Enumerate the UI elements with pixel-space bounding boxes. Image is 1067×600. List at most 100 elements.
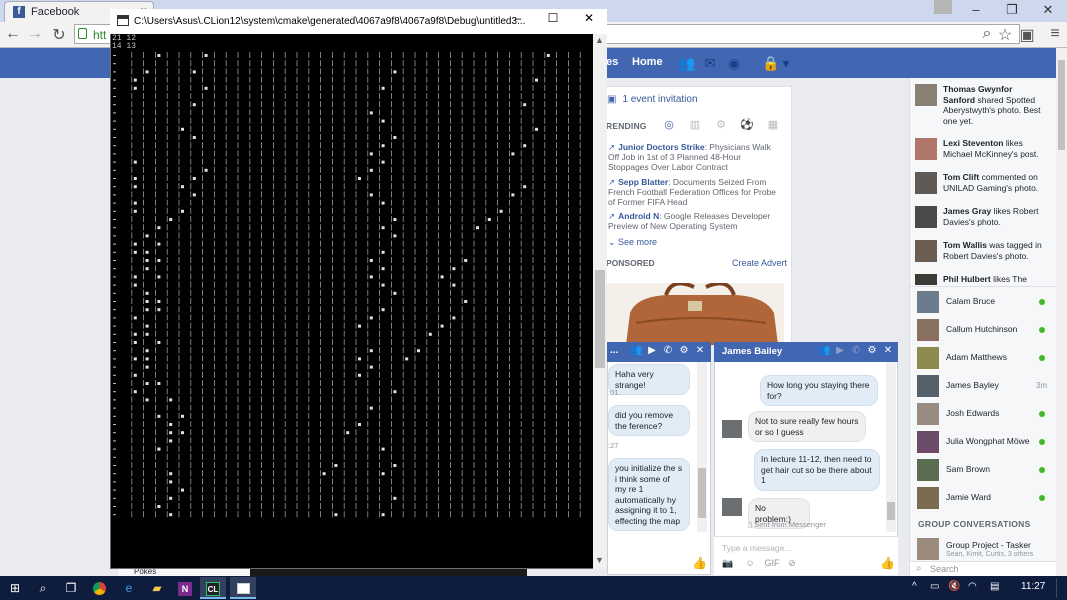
contact-row[interactable]: Callum Hutchinson: [917, 319, 1047, 341]
search-icon[interactable]: ⌕: [978, 25, 996, 43]
group-conversation-row[interactable]: Group Project - Tasker Sean, Kimit, Curt…: [917, 538, 1047, 560]
clion-icon[interactable]: CL: [200, 577, 226, 599]
video-call-icon[interactable]: ▶: [834, 345, 846, 356]
thumbs-up-icon[interactable]: 👍: [880, 556, 895, 570]
thumbs-up-icon[interactable]: 👍: [692, 556, 707, 570]
console-scrollbar[interactable]: ▲ ▼: [593, 34, 607, 569]
page-scrollbar[interactable]: [1056, 48, 1067, 576]
account-menu-icon[interactable]: ▾: [778, 55, 794, 72]
ticker-story[interactable]: Lexi Steventon likes Michael McKinney's …: [915, 138, 1045, 160]
show-hidden-icons-icon[interactable]: ^: [912, 581, 917, 592]
show-desktop-button[interactable]: [1056, 578, 1057, 598]
start-icon[interactable]: ⊞: [2, 577, 28, 599]
console-scrollbar-thumb[interactable]: [595, 270, 605, 368]
trending-top-icon[interactable]: ◎: [662, 118, 676, 131]
chat-window-2-scrollbar[interactable]: [886, 362, 896, 532]
ticker-story[interactable]: James Gray likes Robert Davies's photo.: [915, 206, 1045, 228]
ticker-story[interactable]: Tom Clift commented on UNILAD Gaming's p…: [915, 172, 1045, 194]
contact-row[interactable]: Sam Brown: [917, 459, 1047, 481]
chat-search-input[interactable]: ⌕ Search: [910, 561, 1056, 576]
scroll-down-icon[interactable]: ▼: [595, 555, 604, 565]
emoji-icon[interactable]: ☺: [744, 558, 756, 568]
ticker-story[interactable]: Tom Wallis was tagged in Robert Davies's…: [915, 240, 1045, 262]
reload-icon[interactable]: ↻: [50, 25, 68, 45]
close-icon[interactable]: ✕: [1038, 2, 1058, 18]
phone-icon[interactable]: ✆: [662, 345, 674, 356]
trending-politics-icon[interactable]: ▥: [688, 118, 702, 131]
trending-item[interactable]: ↗ Junior Doctors Strike: Physicians Walk …: [608, 142, 784, 172]
console-path-dot: [358, 177, 361, 180]
bookmark-star-icon[interactable]: ☆: [996, 25, 1014, 45]
back-icon[interactable]: ←: [4, 25, 22, 43]
volume-muted-icon[interactable]: 🔇: [948, 581, 960, 592]
create-advert-link[interactable]: Create Advert: [732, 258, 787, 268]
see-more-link[interactable]: ⌄ See more: [608, 237, 657, 248]
action-center-icon[interactable]: ▤: [990, 581, 999, 592]
camera-icon[interactable]: 📷: [722, 558, 734, 569]
console-row-marker: [113, 178, 116, 179]
ad-image-leather-bag[interactable]: [606, 283, 784, 345]
chat-window-2-scrollbar-thumb[interactable]: [887, 502, 895, 520]
chat-window-1-scrollbar-thumb[interactable]: [698, 468, 706, 518]
console-close-icon[interactable]: ✕: [579, 11, 599, 25]
notifications-icon[interactable]: ◉: [726, 55, 742, 72]
trending-item[interactable]: ↗ Sepp Blatter: Documents Seized From Fre…: [608, 177, 784, 207]
close-icon[interactable]: ✕: [694, 345, 706, 356]
console-maximize-icon[interactable]: ☐: [543, 11, 563, 25]
privacy-shortcuts-icon[interactable]: 🔒: [762, 55, 779, 72]
forward-icon[interactable]: →: [26, 25, 44, 43]
chat-message-input[interactable]: Type a message...: [714, 536, 898, 575]
console-path-dot: [145, 332, 149, 336]
scroll-up-icon[interactable]: ▲: [595, 35, 604, 45]
edge-icon[interactable]: e: [116, 577, 142, 599]
contact-row[interactable]: James Bayley 3m: [917, 375, 1047, 397]
page-scrollbar-thumb[interactable]: [1058, 60, 1065, 150]
chrome-menu-icon[interactable]: ≡: [1046, 25, 1064, 43]
profile-icon[interactable]: [934, 0, 952, 14]
file-explorer-icon[interactable]: ▰: [144, 577, 170, 599]
video-call-icon[interactable]: ▶: [646, 345, 658, 356]
messages-icon[interactable]: ✉: [702, 55, 718, 72]
ticker-story[interactable]: Phil Hulbert likes The: [915, 274, 1045, 285]
trending-science-icon[interactable]: ⚙: [714, 118, 728, 131]
nav-home[interactable]: Home: [632, 56, 663, 68]
task-view-icon[interactable]: ❐: [58, 577, 84, 599]
settings-gear-icon[interactable]: ⚙: [866, 345, 878, 356]
onenote-icon[interactable]: N: [172, 577, 198, 599]
console-title-bar[interactable]: C:\Users\Asus\.CLion12\system\cmake\gene…: [110, 9, 607, 34]
console-path-dot: [157, 505, 161, 508]
console-taskbar-icon[interactable]: [230, 577, 256, 599]
settings-gear-icon[interactable]: ⚙: [678, 345, 690, 356]
extension-icon[interactable]: ▣: [1018, 25, 1036, 45]
taskbar-clock[interactable]: 11:27: [1021, 581, 1045, 592]
chat-window-2-title[interactable]: James Bailey: [722, 346, 782, 357]
contact-row[interactable]: Julia Wongphat Möwe: [917, 431, 1047, 453]
contact-row[interactable]: Josh Edwards: [917, 403, 1047, 425]
restore-icon[interactable]: ❐: [1002, 2, 1022, 18]
add-friends-icon[interactable]: 👥: [818, 345, 830, 356]
console-minimize-icon[interactable]: –: [508, 11, 528, 25]
chrome-icon[interactable]: [86, 577, 112, 599]
close-icon[interactable]: ✕: [882, 345, 894, 356]
trending-item[interactable]: ↗ Android N: Google Releases Developer Pr…: [608, 211, 784, 231]
search-icon[interactable]: ⌕: [30, 577, 56, 599]
gif-button[interactable]: GIF: [764, 558, 780, 568]
phone-icon[interactable]: ✆: [850, 345, 862, 356]
nav-profile-fragment[interactable]: es: [606, 56, 618, 68]
console-path-dot: [169, 496, 173, 500]
console-output[interactable]: 21 12 14 13: [112, 34, 136, 52]
friend-requests-icon[interactable]: 👥: [678, 55, 695, 72]
contact-row[interactable]: Calam Bruce: [917, 291, 1047, 313]
add-friends-icon[interactable]: 👥: [630, 345, 642, 356]
minimize-icon[interactable]: –: [966, 2, 986, 17]
contact-row[interactable]: Adam Matthews: [917, 347, 1047, 369]
sticker-icon[interactable]: ⊘: [786, 558, 798, 569]
wifi-icon[interactable]: ◠: [968, 581, 977, 592]
trending-sports-icon[interactable]: ⚽: [740, 118, 754, 131]
contact-row[interactable]: Jamie Ward: [917, 487, 1047, 509]
trending-entertainment-icon[interactable]: ▦: [766, 118, 780, 131]
battery-icon[interactable]: ▭: [930, 581, 939, 592]
ticker-story[interactable]: Thomas Gwynfor Sanford shared Spotted Ab…: [915, 84, 1045, 126]
event-invitation-link[interactable]: ▣ 1 event invitation: [607, 94, 698, 105]
chat-window-1-scrollbar[interactable]: [697, 362, 707, 532]
